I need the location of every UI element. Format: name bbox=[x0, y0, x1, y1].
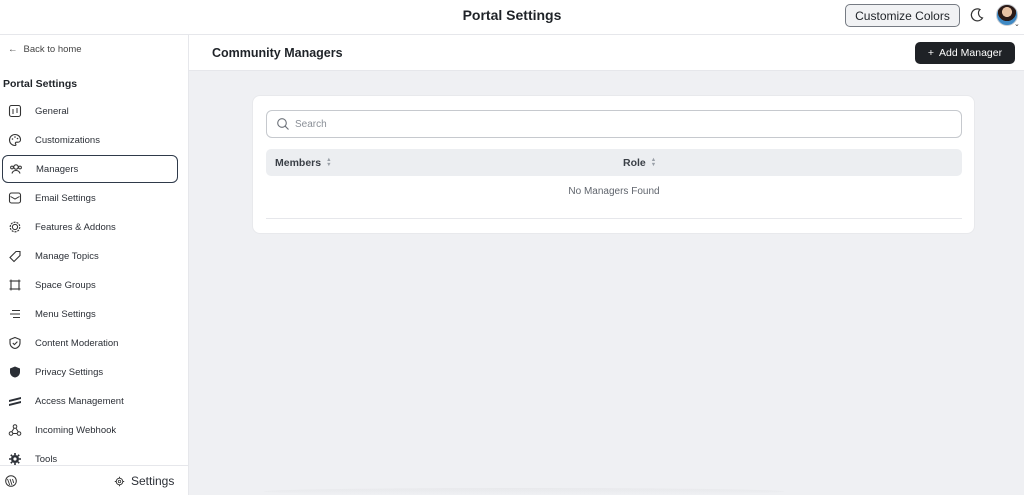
sidebar-item-incoming-webhook[interactable]: Incoming Webhook bbox=[2, 416, 178, 444]
column-header-role[interactable]: Role ▲ ▼ bbox=[623, 157, 656, 169]
stripes-icon bbox=[8, 394, 22, 408]
sidebar-footer: Settings bbox=[0, 465, 188, 495]
sidebar-item-customizations[interactable]: Customizations bbox=[2, 126, 178, 154]
users-icon bbox=[9, 162, 23, 176]
sidebar-item-content-moderation[interactable]: Content Moderation bbox=[2, 329, 178, 357]
settings-label: Settings bbox=[131, 474, 175, 488]
sidebar-item-managers[interactable]: Managers bbox=[2, 155, 178, 183]
column-label: Members bbox=[275, 157, 322, 169]
sort-icon[interactable]: ▲ ▼ bbox=[651, 157, 656, 168]
tag-icon bbox=[8, 249, 22, 263]
sort-icon[interactable]: ▲ ▼ bbox=[326, 157, 331, 168]
webhook-icon bbox=[8, 423, 22, 437]
sidebar-item-features-addons[interactable]: Features & Addons bbox=[2, 213, 178, 241]
main-header: Community Managers + Add Manager bbox=[189, 35, 1024, 71]
arrow-left-icon: ← bbox=[8, 44, 18, 55]
add-manager-button[interactable]: + Add Manager bbox=[915, 42, 1015, 64]
moon-icon[interactable] bbox=[969, 7, 985, 23]
search-icon bbox=[277, 118, 289, 130]
chevron-down-icon[interactable]: ⌄ bbox=[1014, 20, 1020, 28]
settings-link[interactable]: Settings bbox=[114, 474, 174, 488]
sidebar: ← Back to home Portal Settings General C… bbox=[0, 35, 189, 495]
back-to-home-link[interactable]: ← Back to home bbox=[8, 44, 82, 55]
back-to-home-label: Back to home bbox=[23, 44, 82, 55]
plus-icon: + bbox=[927, 47, 935, 59]
sidebar-item-label: Privacy Settings bbox=[35, 366, 104, 378]
search-box[interactable] bbox=[266, 110, 962, 138]
wordpress-icon[interactable] bbox=[5, 475, 17, 487]
sidebar-item-label: Menu Settings bbox=[35, 308, 96, 320]
shield-check-icon bbox=[8, 336, 22, 350]
envelope-icon bbox=[8, 191, 22, 205]
sidebar-item-label: Space Groups bbox=[35, 279, 96, 291]
sidebar-item-manage-topics[interactable]: Manage Topics bbox=[2, 242, 178, 270]
managers-card: Members ▲▼ Role ▲▼ No Managers Found bbox=[252, 95, 975, 234]
sidebar-item-email-settings[interactable]: Email Settings bbox=[2, 184, 178, 212]
customize-colors-button[interactable]: Customize Colors bbox=[845, 4, 960, 27]
sidebar-item-privacy-settings[interactable]: Privacy Settings bbox=[2, 358, 178, 386]
gear-outline-icon bbox=[114, 476, 125, 486]
sidebar-item-general[interactable]: General bbox=[2, 97, 178, 125]
sidebar-item-access-management[interactable]: Access Management bbox=[2, 387, 178, 415]
top-bar: Portal Settings Customize Colors ⌄ bbox=[0, 0, 1024, 35]
sidebar-item-label: Managers bbox=[36, 163, 79, 175]
frame-icon bbox=[8, 278, 22, 292]
divider bbox=[266, 218, 962, 219]
column-label: Role bbox=[623, 157, 646, 169]
sidebar-item-menu-settings[interactable]: Menu Settings bbox=[2, 300, 178, 328]
gear-icon bbox=[8, 452, 22, 466]
search-input[interactable] bbox=[295, 118, 935, 130]
chip-icon bbox=[8, 220, 22, 234]
sidebar-item-label: Content Moderation bbox=[35, 337, 119, 349]
sidebar-item-label: General bbox=[35, 105, 69, 117]
table-header: Members ▲ ▼ Role ▲ ▼ bbox=[266, 149, 962, 176]
main-content: Community Managers + Add Manager Members… bbox=[189, 35, 1024, 495]
add-manager-label: Add Manager bbox=[939, 47, 1003, 59]
sidebar-item-space-groups[interactable]: Space Groups bbox=[2, 271, 178, 299]
menu-lines-icon bbox=[8, 307, 22, 321]
sidebar-item-label: Customizations bbox=[35, 134, 100, 146]
section-title: Community Managers bbox=[212, 46, 343, 60]
palette-icon bbox=[8, 133, 22, 147]
sidebar-item-label: Tools bbox=[35, 453, 58, 465]
sidebar-item-label: Features & Addons bbox=[35, 221, 116, 233]
sidebar-item-label: Access Management bbox=[35, 395, 124, 407]
bottom-shadow bbox=[264, 488, 784, 495]
sidebar-item-label: Manage Topics bbox=[35, 250, 99, 262]
sidebar-heading: Portal Settings bbox=[3, 78, 78, 90]
sidebar-item-label: Email Settings bbox=[35, 192, 96, 204]
column-header-members[interactable]: Members ▲ ▼ bbox=[275, 157, 332, 169]
empty-state: No Managers Found bbox=[568, 186, 660, 197]
sidebar-item-label: Incoming Webhook bbox=[35, 424, 117, 436]
info-box-icon bbox=[8, 104, 22, 118]
shield-filled-icon bbox=[8, 365, 22, 379]
